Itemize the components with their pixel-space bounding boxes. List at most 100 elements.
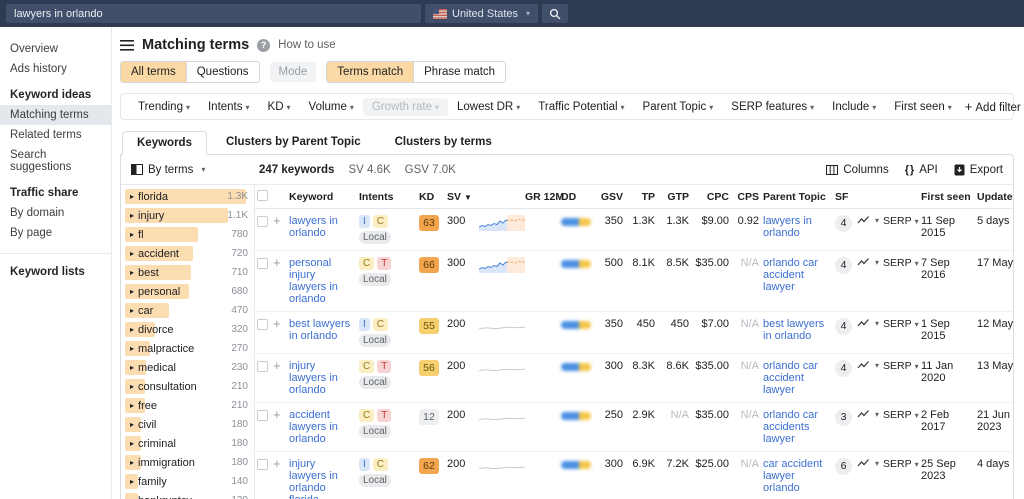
column-header-tp[interactable]: TP	[625, 185, 657, 209]
add-to-list-button[interactable]: +	[273, 407, 281, 422]
export-button[interactable]: Export	[954, 164, 1003, 176]
term-personal[interactable]: ▸personal680	[125, 284, 250, 299]
term-bankruptcy[interactable]: ▸bankruptcy130	[125, 493, 250, 499]
keyword-link[interactable]: injury lawyers in orlando	[289, 360, 338, 396]
parent-topic-link[interactable]: orlando car accident lawyer	[763, 360, 818, 396]
term-family[interactable]: ▸family140	[125, 474, 250, 489]
column-header-dd[interactable]: DD	[559, 185, 595, 209]
serp-dropdown-button[interactable]: SERP▾	[883, 215, 919, 227]
tab-keywords[interactable]: Keywords	[122, 131, 207, 155]
term-immigration[interactable]: ▸immigration180	[125, 455, 250, 470]
parent-topic-link[interactable]: lawyers in orlando	[763, 215, 812, 239]
position-history-button[interactable]: ▾	[857, 409, 879, 419]
column-header-gsv[interactable]: GSV	[595, 185, 625, 209]
filter-kd[interactable]: KD▾	[259, 98, 300, 116]
column-header-updated[interactable]: Updated	[975, 185, 1013, 209]
position-history-button[interactable]: ▾	[857, 318, 879, 328]
filter-trending[interactable]: Trending▾	[129, 98, 199, 116]
serp-dropdown-button[interactable]: SERP▾	[883, 360, 919, 372]
row-checkbox[interactable]	[257, 410, 268, 421]
term-injury[interactable]: ▸injury1.1K	[125, 208, 250, 223]
column-header-keyword[interactable]: Keyword	[287, 185, 357, 209]
column-header-intents[interactable]: Intents	[357, 185, 417, 209]
term-free[interactable]: ▸free210	[125, 398, 250, 413]
tab-clusters-by-terms[interactable]: Clusters by terms	[380, 130, 507, 154]
keyword-link[interactable]: lawyers in orlando	[289, 215, 338, 239]
row-checkbox[interactable]	[257, 319, 268, 330]
position-history-button[interactable]: ▾	[857, 257, 879, 267]
add-filter-button[interactable]: +Add filter	[965, 99, 1021, 114]
column-header-first-seen[interactable]: First seen	[919, 185, 975, 209]
filter-traffic-potential[interactable]: Traffic Potential▾	[529, 98, 633, 116]
add-to-list-button[interactable]: +	[273, 358, 281, 373]
group-by-selector[interactable]: By terms▾	[131, 164, 259, 176]
filter-lowest-dr[interactable]: Lowest DR▾	[448, 98, 529, 116]
api-button[interactable]: { } API	[905, 164, 938, 176]
term-florida[interactable]: ▸florida1.3K	[125, 189, 250, 204]
menu-icon[interactable]	[120, 40, 134, 51]
sidebar-item-search-suggestions[interactable]: Search suggestions	[0, 145, 111, 177]
segment-all-terms[interactable]: All terms	[121, 62, 186, 82]
sidebar-item-overview[interactable]: Overview	[0, 39, 111, 59]
filter-include[interactable]: Include▾	[823, 98, 885, 116]
add-to-list-button[interactable]: +	[273, 213, 281, 228]
row-checkbox[interactable]	[257, 361, 268, 372]
keyword-link[interactable]: best lawyers in orlando	[289, 318, 350, 342]
column-header-gr-12m[interactable]: GR 12M	[523, 185, 559, 209]
keyword-link[interactable]: accident lawyers in orlando	[289, 409, 338, 445]
search-button[interactable]	[542, 4, 568, 23]
term-criminal[interactable]: ▸criminal180	[125, 436, 250, 451]
help-icon[interactable]: ?	[257, 39, 270, 52]
row-checkbox[interactable]	[257, 258, 268, 269]
row-checkbox[interactable]	[257, 459, 268, 470]
filter-parent-topic[interactable]: Parent Topic▾	[634, 98, 723, 116]
sidebar-item-by-page[interactable]: By page	[0, 223, 111, 243]
keyword-link[interactable]: personal injury lawyers in orlando	[289, 257, 338, 305]
term-best[interactable]: ▸best710	[125, 265, 250, 280]
serp-dropdown-button[interactable]: SERP▾	[883, 257, 919, 269]
column-header-kd[interactable]: KD	[417, 185, 445, 209]
position-history-button[interactable]: ▾	[857, 360, 879, 370]
add-to-list-button[interactable]: +	[273, 456, 281, 471]
filter-volume[interactable]: Volume▾	[300, 98, 363, 116]
parent-topic-link[interactable]: orlando car accidents lawyer	[763, 409, 818, 445]
keyword-link[interactable]: injury lawyers in orlando florida	[289, 458, 338, 499]
segment-questions[interactable]: Questions	[186, 62, 259, 82]
column-header-sf[interactable]: SF	[833, 185, 855, 209]
sidebar-item-ads-history[interactable]: Ads history	[0, 59, 111, 79]
add-to-list-button[interactable]: +	[273, 255, 281, 270]
keyword-search-input[interactable]	[6, 8, 421, 20]
term-accident[interactable]: ▸accident720	[125, 246, 250, 261]
parent-topic-link[interactable]: car accident lawyer orlando	[763, 458, 822, 494]
how-to-use-link[interactable]: How to use	[278, 39, 336, 51]
serp-dropdown-button[interactable]: SERP▾	[883, 409, 919, 421]
parent-topic-link[interactable]: orlando car accident lawyer	[763, 257, 818, 293]
parent-topic-link[interactable]: best lawyers in orlando	[763, 318, 824, 342]
sidebar-item-related-terms[interactable]: Related terms	[0, 125, 111, 145]
filter-serp-features[interactable]: SERP features▾	[722, 98, 823, 116]
column-header-cpc[interactable]: CPC	[691, 185, 731, 209]
serp-dropdown-button[interactable]: SERP▾	[883, 318, 919, 330]
term-medical[interactable]: ▸medical230	[125, 360, 250, 375]
position-history-button[interactable]: ▾	[857, 215, 879, 225]
segment-terms-match[interactable]: Terms match	[327, 62, 413, 82]
position-history-button[interactable]: ▾	[857, 458, 879, 468]
sidebar-item-by-domain[interactable]: By domain	[0, 203, 111, 223]
serp-dropdown-button[interactable]: SERP▾	[883, 458, 919, 470]
term-fl[interactable]: ▸fl780	[125, 227, 250, 242]
term-car[interactable]: ▸car470	[125, 303, 250, 318]
select-all-checkbox[interactable]	[257, 190, 268, 201]
term-malpractice[interactable]: ▸malpractice270	[125, 341, 250, 356]
columns-button[interactable]: Columns	[826, 164, 888, 176]
column-header-sv[interactable]: SV▼	[445, 185, 477, 209]
column-header-gtp[interactable]: GTP	[657, 185, 691, 209]
column-header-cps[interactable]: CPS	[731, 185, 761, 209]
term-consultation[interactable]: ▸consultation210	[125, 379, 250, 394]
add-to-list-button[interactable]: +	[273, 316, 281, 331]
segment-phrase-match[interactable]: Phrase match	[413, 62, 505, 82]
term-civil[interactable]: ▸civil180	[125, 417, 250, 432]
row-checkbox[interactable]	[257, 216, 268, 227]
filter-first-seen[interactable]: First seen▾	[885, 98, 961, 116]
filter-intents[interactable]: Intents▾	[199, 98, 259, 116]
tab-clusters-by-parent-topic[interactable]: Clusters by Parent Topic	[211, 130, 376, 154]
